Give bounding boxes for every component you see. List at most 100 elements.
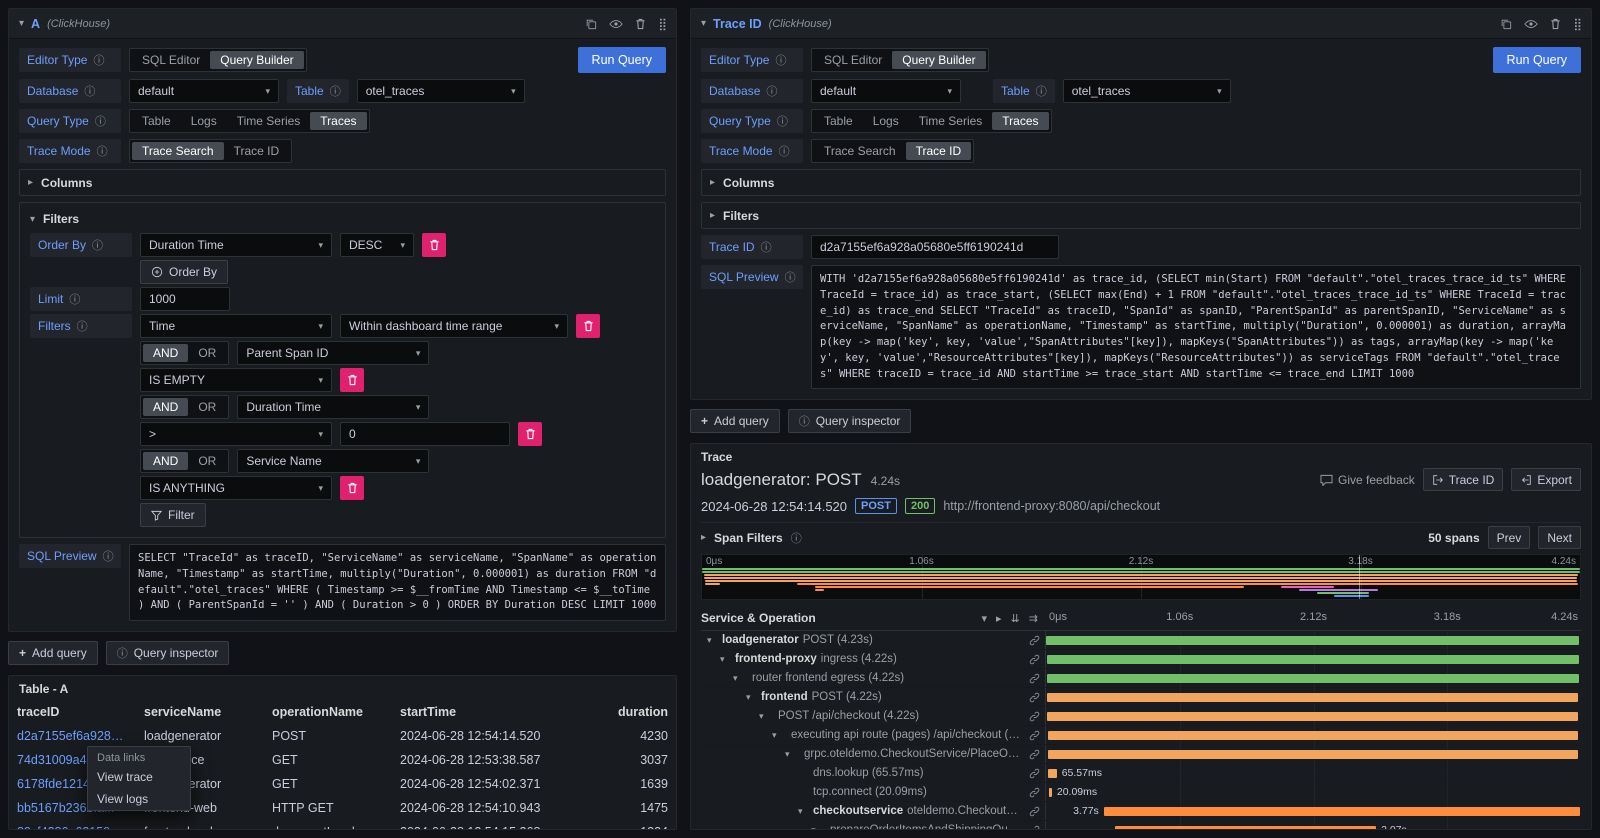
export-button[interactable]: Export [1511,468,1581,491]
span-row[interactable]: ▾ executing api route (pages) /api/check… [701,726,1581,745]
link-icon[interactable] [1025,654,1045,665]
option-table[interactable]: Table [132,112,181,130]
collapse-one-icon[interactable]: ▾ [982,612,988,625]
query-ref-id[interactable]: A [31,17,40,31]
trace-id-link[interactable]: 89cf4286e631591b4... [9,820,136,830]
hide-query-icon[interactable] [609,19,623,29]
info-icon[interactable]: ⓘ [791,530,802,546]
option-time-series[interactable]: Time Series [227,112,311,130]
remove-filter-button[interactable] [340,476,364,500]
option-traces[interactable]: Traces [310,112,366,130]
option-query-builder[interactable]: Query Builder [892,51,985,69]
duplicate-query-icon[interactable] [1500,18,1512,30]
span-row[interactable]: ▾ frontend-proxy ingress (4.22s) [701,650,1581,669]
chevron-down-icon[interactable]: ▾ [811,825,822,829]
filter-field-select[interactable]: Duration Time▾ [237,395,429,419]
option-or[interactable]: OR [188,398,226,416]
span-row[interactable]: ▾ router frontend egress (4.22s) [701,669,1581,688]
filters-section[interactable]: ▸ Filters [701,202,1581,229]
remove-filter-button[interactable] [340,368,364,392]
option-or[interactable]: OR [188,452,226,470]
drag-handle-icon[interactable]: ⣿ [658,17,666,31]
link-icon[interactable] [1025,711,1045,722]
expand-all-icon[interactable]: ⇉ [1029,612,1038,625]
trace-id-link[interactable]: d2a7155ef6a928a05... [9,724,136,748]
option-table[interactable]: Table [814,112,863,130]
info-icon[interactable]: ⓘ [103,548,114,564]
info-icon[interactable]: ⓘ [1036,83,1047,99]
link-icon[interactable] [1025,673,1045,684]
chevron-down-icon[interactable]: ▾ [707,635,718,646]
give-feedback-link[interactable]: Give feedback [1320,473,1415,487]
option-trace-search[interactable]: Trace Search [814,142,906,160]
chevron-down-icon[interactable]: ▾ [785,749,796,760]
database-select[interactable]: default▾ [129,79,279,103]
info-icon[interactable]: ⓘ [95,113,106,129]
limit-input[interactable] [140,287,230,311]
filter-operator-select[interactable]: >▾ [140,422,332,446]
span-bar[interactable] [1048,769,1057,778]
columns-section[interactable]: ▸ Columns [19,169,666,196]
filter-field-select[interactable]: Service Name▾ [237,449,429,473]
prev-button[interactable]: Prev [1488,526,1531,549]
chevron-down-icon[interactable]: ▾ [720,654,731,665]
info-icon[interactable]: ⓘ [77,318,88,334]
duplicate-query-icon[interactable] [585,18,597,30]
minimap-cursor[interactable] [1359,555,1360,599]
filter-operator-select[interactable]: IS ANYTHING▾ [140,476,332,500]
column-header[interactable]: serviceName [136,700,264,724]
span-row[interactable]: ▾ frontend POST (4.22s) [701,688,1581,707]
info-icon[interactable]: ⓘ [92,237,103,253]
order-by-direction-select[interactable]: DESC▾ [340,233,414,257]
chevron-down-icon[interactable]: ▾ [19,18,24,29]
option-sql-editor[interactable]: SQL Editor [814,51,892,69]
option-sql-editor[interactable]: SQL Editor [132,51,210,69]
chevron-down-icon[interactable]: ▾ [798,806,809,817]
view-trace-link[interactable]: View trace [88,766,190,788]
span-bar[interactable] [1104,807,1580,816]
span-bar[interactable] [1049,788,1052,797]
remove-filter-button[interactable] [518,422,542,446]
expand-one-icon[interactable]: ▸ [996,612,1002,625]
panel-title[interactable]: Trace [701,444,1581,466]
info-icon[interactable]: ⓘ [779,143,790,159]
filter-value-select[interactable]: Within dashboard time range▾ [340,314,568,338]
info-icon[interactable]: ⓘ [775,52,786,68]
option-query-builder[interactable]: Query Builder [210,51,303,69]
link-icon[interactable] [1025,749,1045,760]
span-row[interactable]: ▾ prepareOrderItemsAndShippingQuoteFromC… [701,821,1581,829]
delete-query-icon[interactable] [1550,18,1561,30]
add-order-by-button[interactable]: Order By [140,260,228,284]
span-row[interactable]: ▾ checkoutservice oteldemo.CheckoutServi… [701,802,1581,821]
option-and[interactable]: AND [143,398,188,416]
span-filters-label[interactable]: Span Filters [714,531,783,545]
info-icon[interactable]: ⓘ [69,291,80,307]
run-query-button[interactable]: Run Query [578,47,666,73]
chevron-down-icon[interactable]: ▾ [733,673,744,684]
drag-handle-icon[interactable]: ⣿ [1573,17,1581,31]
span-bar[interactable] [1048,731,1578,740]
remove-filter-button[interactable] [576,314,600,338]
option-traces[interactable]: Traces [992,112,1048,130]
column-header[interactable]: startTime [392,700,564,724]
info-icon[interactable]: ⓘ [93,52,104,68]
span-bar[interactable] [1115,826,1376,829]
span-row[interactable]: ▾ loadgenerator POST (4.23s) [701,631,1581,650]
chevron-down-icon[interactable]: ▾ [772,730,783,741]
span-row[interactable]: ▾ POST /api/checkout (4.22s) [701,707,1581,726]
columns-section[interactable]: ▸ Columns [701,169,1581,196]
view-logs-link[interactable]: View logs [88,788,190,810]
link-icon[interactable] [1025,806,1045,817]
chevron-down-icon[interactable]: ▾ [746,692,757,703]
info-icon[interactable]: ⓘ [761,239,772,255]
run-query-button[interactable]: Run Query [1493,47,1581,73]
info-icon[interactable]: ⓘ [766,83,777,99]
option-trace-id[interactable]: Trace ID [906,142,972,160]
delete-query-icon[interactable] [635,18,646,30]
column-header[interactable]: duration [564,700,676,724]
span-row[interactable]: ▾ grpc.oteldemo.CheckoutService/PlaceOrd… [701,745,1581,764]
option-logs[interactable]: Logs [863,112,909,130]
table-select[interactable]: otel_traces▾ [357,79,525,103]
info-icon[interactable]: ⓘ [777,113,788,129]
hide-query-icon[interactable] [1524,19,1538,29]
